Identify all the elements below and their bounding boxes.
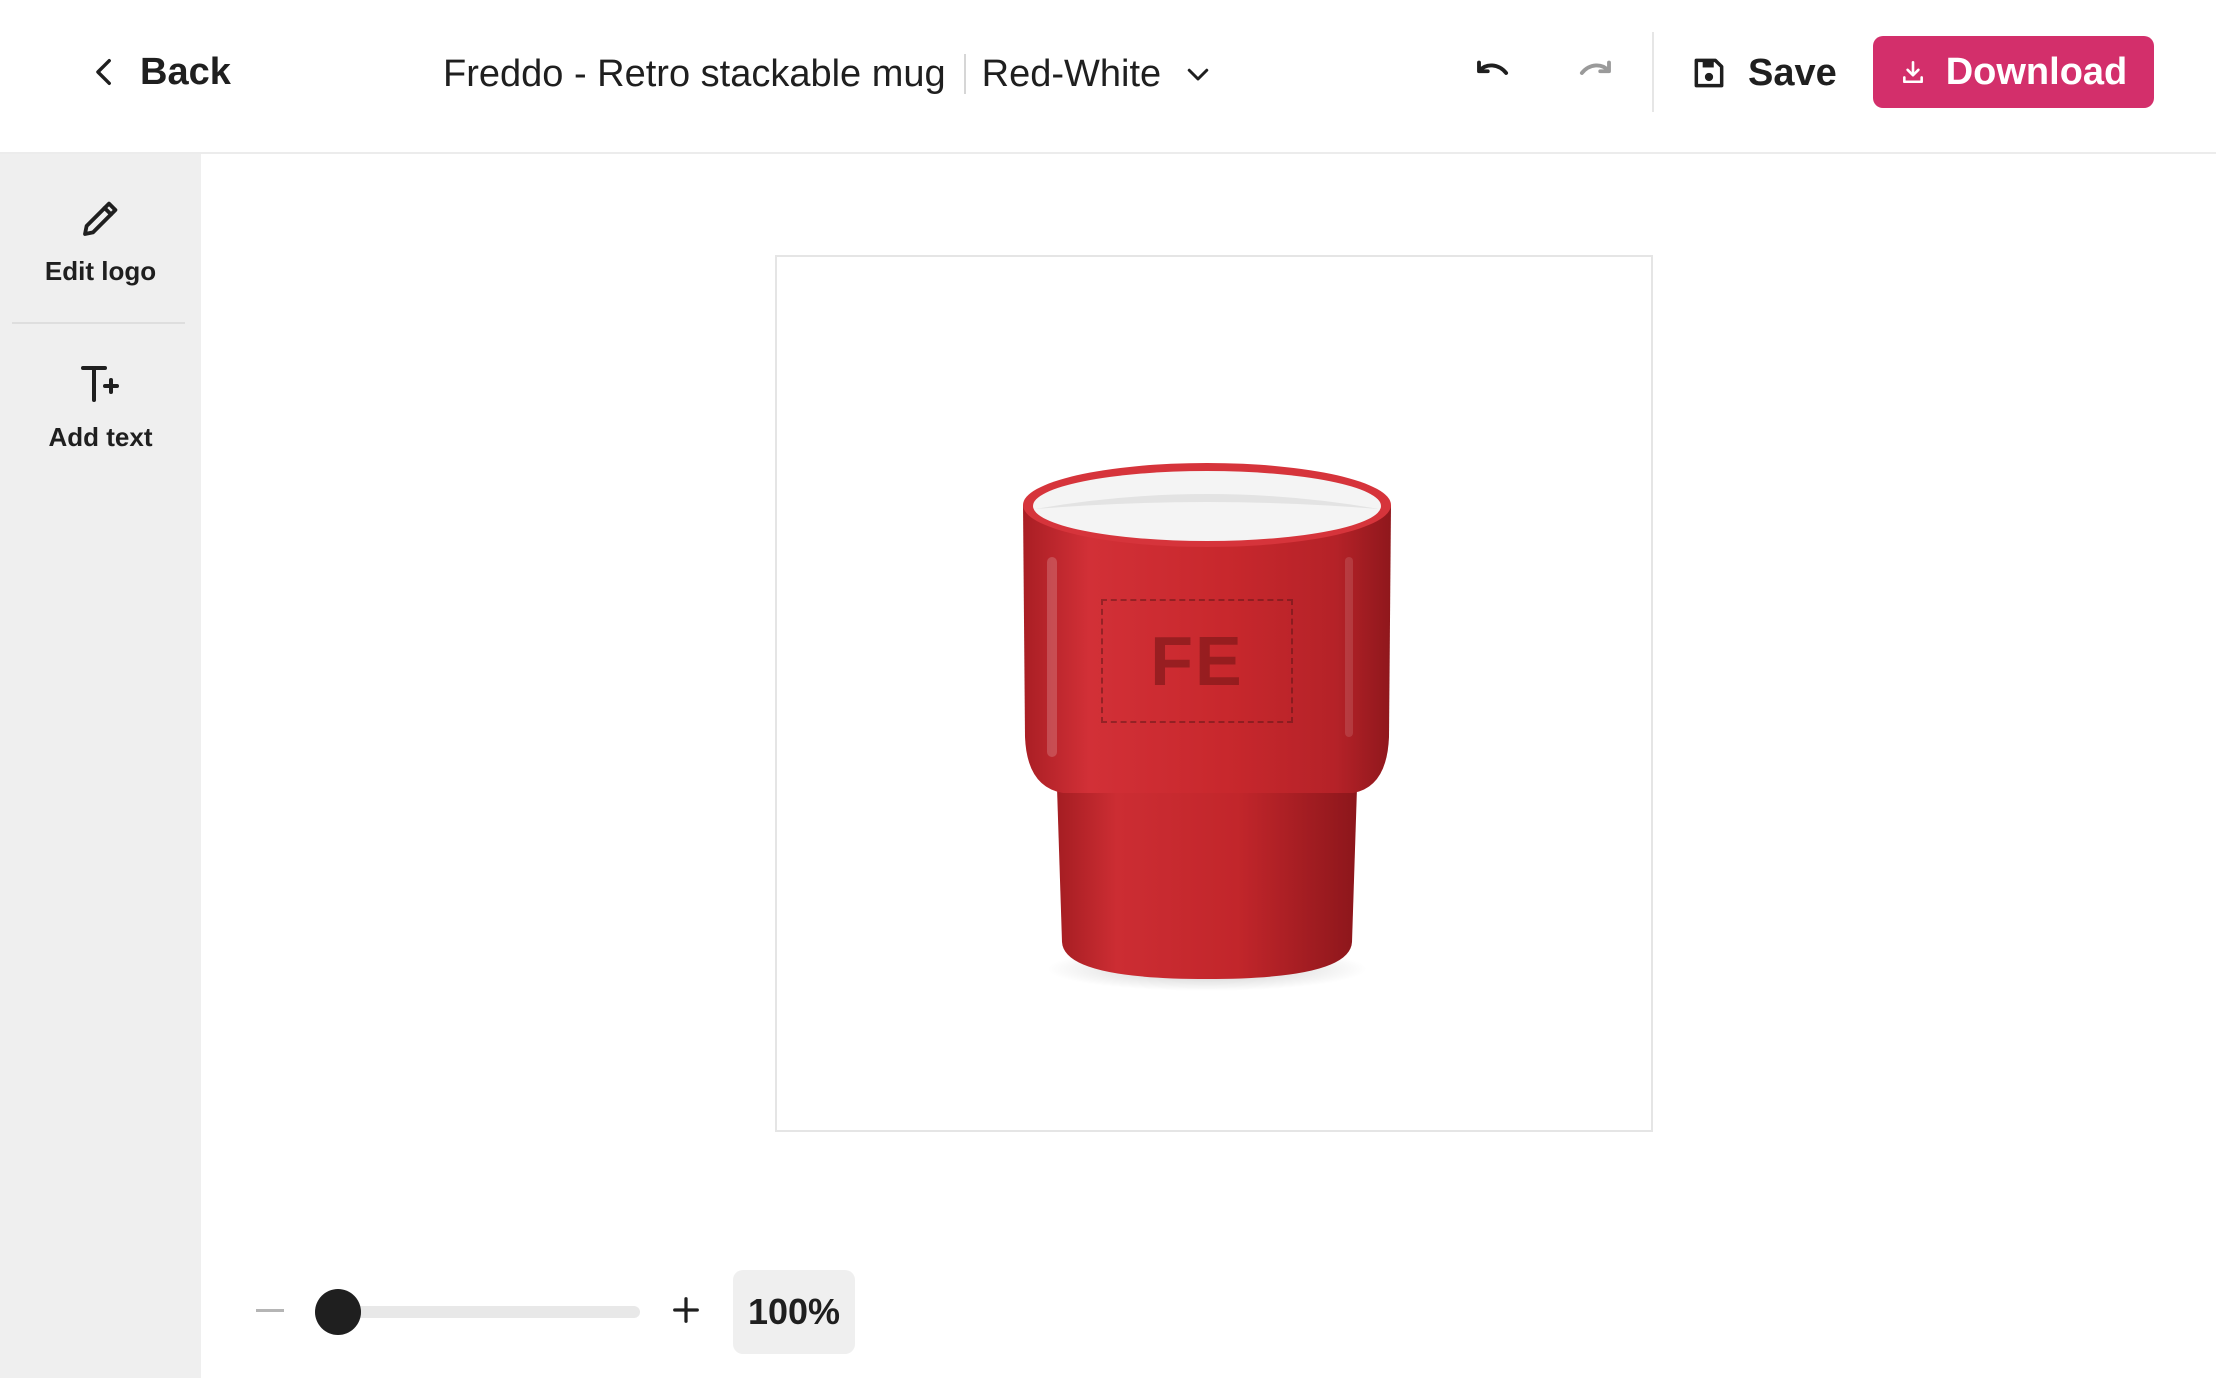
minus-icon xyxy=(256,1308,284,1312)
product-preview-frame: FE xyxy=(775,255,1653,1132)
save-button[interactable]: Save xyxy=(1690,46,1837,100)
save-label: Save xyxy=(1748,51,1837,94)
top-bar: Back Freddo - Retro stackable mug Red-Wh… xyxy=(0,0,2216,154)
logo-placeholder-text: FE xyxy=(1150,622,1244,700)
zoom-out-button[interactable] xyxy=(250,1290,290,1330)
redo-button[interactable] xyxy=(1572,50,1618,96)
redo-icon xyxy=(1579,60,1611,75)
undo-icon xyxy=(1477,60,1509,75)
plus-icon xyxy=(673,1297,699,1323)
variant-dropdown[interactable]: Red-White xyxy=(982,53,1214,96)
undo-button[interactable] xyxy=(1470,50,1516,96)
edit-logo-tool[interactable]: Edit logo xyxy=(0,194,201,287)
product-separator xyxy=(963,54,966,94)
add-text-label: Add text xyxy=(48,422,153,452)
variant-label: Red-White xyxy=(981,52,1162,95)
edit-logo-label: Edit logo xyxy=(44,256,157,286)
floppy-disk-icon xyxy=(1694,58,1724,88)
chevron-down-icon xyxy=(1187,68,1209,81)
download-button[interactable]: Download xyxy=(1873,36,2154,108)
zoom-in-button[interactable] xyxy=(666,1290,706,1330)
design-canvas-area: FE xyxy=(201,154,2216,1378)
zoom-slider-track[interactable] xyxy=(316,1306,640,1318)
sidebar-divider xyxy=(12,322,185,324)
pencil-icon xyxy=(82,201,117,236)
toolbar-divider xyxy=(1652,32,1654,112)
back-label: Back xyxy=(140,50,231,93)
zoom-level-display: 100% xyxy=(733,1270,855,1354)
chevron-left-icon xyxy=(96,58,111,86)
product-selector: Freddo - Retro stackable mug Red-White xyxy=(443,44,1213,104)
download-label: Download xyxy=(1945,50,2128,93)
back-button[interactable]: Back xyxy=(88,44,231,100)
logo-placeholder[interactable]: FE xyxy=(1101,599,1293,723)
add-text-icon xyxy=(80,366,119,402)
tool-sidebar: Edit logo Add text xyxy=(0,154,201,1378)
add-text-tool[interactable]: Add text xyxy=(0,360,201,453)
download-icon xyxy=(1902,60,1923,84)
product-name: Freddo - Retro stackable mug xyxy=(443,52,946,95)
zoom-slider-thumb[interactable] xyxy=(315,1289,361,1335)
